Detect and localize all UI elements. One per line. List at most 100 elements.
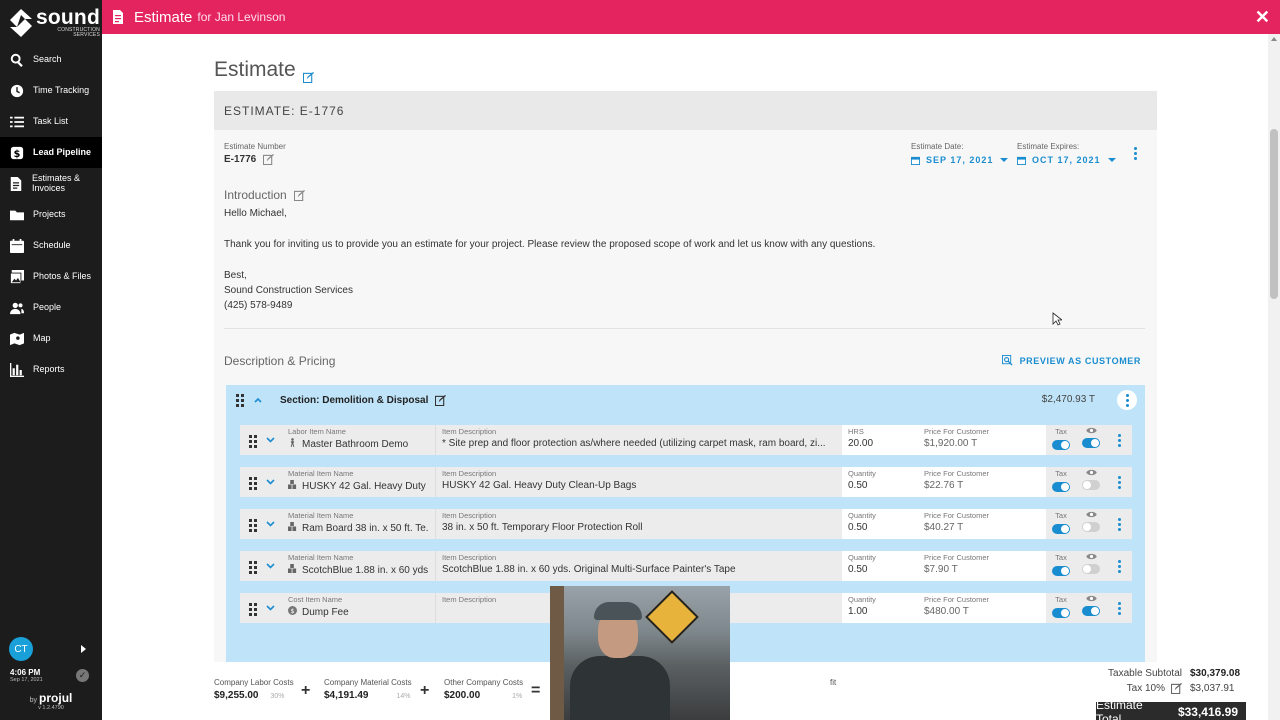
sidebar-item-label: Lead Pipeline — [33, 146, 92, 157]
logo[interactable]: sound CONSTRUCTION SERVICES — [0, 0, 102, 44]
quantity-field[interactable]: HRS 20.00 — [842, 425, 918, 455]
estimate-total: Estimate Total $33,416.99 — [1096, 698, 1246, 720]
edit-icon[interactable] — [435, 394, 447, 406]
eye-icon — [1085, 427, 1097, 434]
preview-as-customer-button[interactable]: PREVIEW AS CUSTOMER — [1001, 355, 1141, 366]
item-description-field[interactable]: Item Description ScotchBlue 1.88 in. x 60… — [436, 551, 842, 581]
line-menu-button[interactable] — [1106, 425, 1132, 455]
drag-handle-icon[interactable] — [236, 393, 244, 407]
tax-row: Tax 10% $3,037.91 — [1126, 683, 1235, 695]
price-field[interactable]: Price For Customer $7.90 T — [918, 551, 1046, 581]
estimate-date-picker[interactable]: SEP 17, 2021 — [911, 155, 1009, 165]
price-field[interactable]: Price For Customer $480.00 T — [918, 593, 1046, 623]
images-icon — [9, 269, 24, 284]
visibility-toggle[interactable] — [1082, 480, 1100, 490]
drag-handle-icon[interactable] — [249, 435, 257, 448]
quantity-field[interactable]: Quantity 0.50 — [842, 509, 918, 539]
sidebar-item-projects[interactable]: Projects — [0, 199, 102, 230]
logo-mark-icon — [10, 9, 32, 37]
avatar[interactable]: CT — [9, 637, 33, 661]
tax-toggle[interactable] — [1052, 440, 1070, 450]
edit-icon[interactable] — [263, 154, 275, 166]
tax-toggle[interactable] — [1052, 608, 1070, 618]
more-vertical-icon — [1117, 518, 1121, 531]
item-name-field[interactable]: Material Item Name Ram Board 38 in. x 50 … — [282, 509, 436, 539]
tax-label: Tax — [1055, 511, 1067, 520]
drag-handle-icon[interactable] — [249, 561, 257, 574]
price-value: $7.90 T — [924, 564, 958, 575]
item-name-field[interactable]: Labor Item Name Master Bathroom Demo — [282, 425, 436, 455]
visibility-toggle[interactable] — [1082, 522, 1100, 532]
drag-handle-icon[interactable] — [249, 519, 257, 532]
road-sign-image — [645, 590, 699, 644]
tax-toggle[interactable] — [1052, 482, 1070, 492]
visibility-toggle[interactable] — [1082, 564, 1100, 574]
item-description-field[interactable]: Item Description * Site prep and floor pr… — [436, 425, 842, 455]
sidebar-item-photos-files[interactable]: Photos & Files — [0, 261, 102, 292]
edit-icon[interactable] — [1170, 683, 1182, 695]
tax-label: Tax — [1055, 595, 1067, 604]
sidebar-item-task-list[interactable]: Task List — [0, 106, 102, 137]
visibility-toggle[interactable] — [1082, 606, 1100, 616]
sidebar-item-schedule[interactable]: Schedule — [0, 230, 102, 261]
estimate-heading: ESTIMATE: E-1776 — [214, 91, 1157, 130]
tax-toggle[interactable] — [1052, 566, 1070, 576]
price-label: Price For Customer — [924, 427, 990, 436]
chevron-down-icon[interactable] — [266, 477, 275, 486]
section-menu-button[interactable] — [1117, 390, 1137, 410]
line-menu-button[interactable] — [1106, 509, 1132, 539]
sidebar-item-label: Reports — [33, 363, 65, 374]
edit-icon[interactable] — [302, 65, 314, 83]
drag-handle-icon[interactable] — [249, 477, 257, 490]
sidebar-item-map[interactable]: Map — [0, 323, 102, 354]
chevron-down-icon[interactable] — [266, 519, 275, 528]
item-description-field[interactable]: Item Description HUSKY 42 Gal. Heavy Duty… — [436, 467, 842, 497]
scrollbar[interactable] — [1268, 34, 1280, 720]
plus-operator: + — [420, 682, 430, 699]
item-name-field[interactable]: Cost Item Name $ Dump Fee — [282, 593, 436, 623]
line-menu-button[interactable] — [1106, 467, 1132, 497]
scroll-up-icon[interactable] — [1271, 37, 1277, 41]
item-name-label: Material Item Name — [288, 469, 354, 478]
line-menu-button[interactable] — [1106, 551, 1132, 581]
item-name-field[interactable]: Material Item Name ScotchBlue 1.88 in. x … — [282, 551, 436, 581]
divider — [224, 328, 1145, 329]
tax-toggle[interactable] — [1052, 524, 1070, 534]
chevron-up-icon[interactable] — [254, 396, 262, 404]
item-description-label: Item Description — [442, 553, 497, 562]
sidebar-item-lead-pipeline[interactable]: $ Lead Pipeline — [0, 137, 102, 168]
sidebar-item-estimates-invoices[interactable]: Estimates & Invoices — [0, 168, 102, 199]
quantity-field[interactable]: Quantity 0.50 — [842, 467, 918, 497]
chevron-down-icon[interactable] — [266, 435, 275, 444]
visibility-toggle[interactable] — [1082, 438, 1100, 448]
sidebar-item-reports[interactable]: Reports — [0, 354, 102, 385]
price-label: Price For Customer — [924, 595, 990, 604]
price-field[interactable]: Price For Customer $40.27 T — [918, 509, 1046, 539]
totals-block: Taxable Subtotal $30,379.08 Tax 10% $3,03… — [1086, 666, 1246, 720]
sidebar-item-time-tracking[interactable]: Time Tracking — [0, 75, 102, 106]
sidebar-item-search[interactable]: Search — [0, 44, 102, 75]
line-menu-button[interactable] — [1106, 593, 1132, 623]
close-icon[interactable]: ✕ — [1255, 7, 1270, 28]
estimate-menu-icon[interactable] — [1133, 147, 1137, 160]
check-icon[interactable]: ✓ — [76, 669, 89, 682]
sidebar-item-people[interactable]: People — [0, 292, 102, 323]
chevron-down-icon[interactable] — [266, 561, 275, 570]
quantity-field[interactable]: Quantity 0.50 — [842, 551, 918, 581]
quantity-field[interactable]: Quantity 1.00 — [842, 593, 918, 623]
estimate-expires-block: Estimate Expires: OCT 17, 2021 — [1017, 142, 1116, 165]
edit-icon[interactable] — [293, 189, 305, 201]
scrollbar-thumb[interactable] — [1270, 129, 1278, 299]
item-name-field[interactable]: Material Item Name HUSKY 42 Gal. Heavy Du… — [282, 467, 436, 497]
price-field[interactable]: Price For Customer $22.76 T — [918, 467, 1046, 497]
estimate-expires-picker[interactable]: OCT 17, 2021 — [1017, 155, 1116, 165]
line-item-row: Labor Item Name Master Bathroom Demo Item … — [240, 425, 1132, 455]
item-description-field[interactable]: Item Description 38 in. x 50 ft. Temporar… — [436, 509, 842, 539]
drag-handle-icon[interactable] — [249, 603, 257, 616]
price-field[interactable]: Price For Customer $1,920.00 T — [918, 425, 1046, 455]
estimate-date-block: Estimate Date: SEP 17, 2021 — [911, 142, 1009, 165]
logo-word: sound — [36, 5, 100, 29]
document-icon — [9, 176, 23, 191]
chevron-down-icon[interactable] — [266, 603, 275, 612]
expand-arrow-icon[interactable] — [81, 645, 86, 653]
